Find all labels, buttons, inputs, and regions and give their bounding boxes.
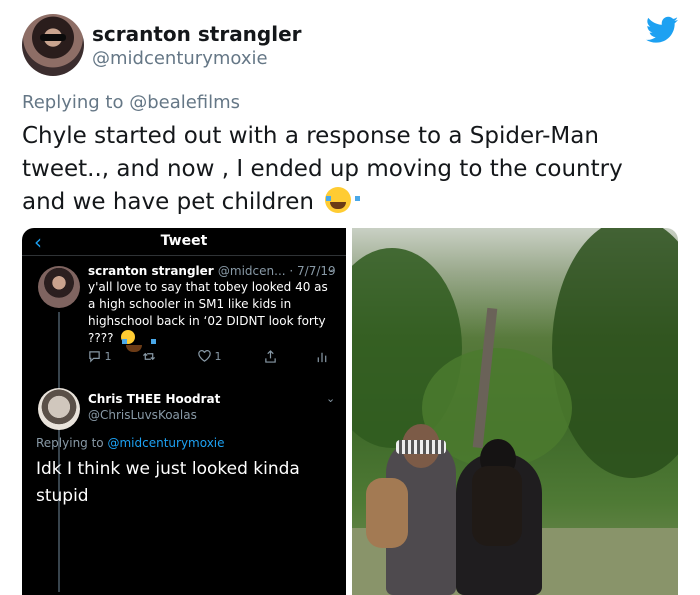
embedded-title: Tweet: [160, 233, 208, 249]
replying-to: Replying to @bealefilms: [22, 92, 240, 113]
chevron-down-icon: ⌄: [326, 262, 336, 275]
original-meta: @midcen... · 7/7/19: [217, 264, 336, 278]
embedded-screenshot: ‹ Tweet scranton strangler @midcen... · …: [22, 228, 346, 595]
attached-photo[interactable]: [352, 228, 678, 595]
author-handle[interactable]: @midcenturymoxie: [92, 48, 268, 69]
replying-mention-link[interactable]: @bealefilms: [129, 92, 240, 113]
original-name-line: scranton strangler @midcen... · 7/7/19: [88, 264, 336, 278]
original-avatar: [38, 266, 80, 308]
replying-prefix: Replying to: [22, 92, 130, 113]
author-avatar[interactable]: [22, 14, 84, 76]
share-icon: [264, 350, 277, 363]
analytics-icon: [316, 350, 328, 363]
reply-avatar: [38, 388, 80, 430]
reply-count: 1: [104, 350, 112, 363]
tweet-body: Chyle started out with a response to a S…: [22, 120, 672, 219]
original-text: y'all love to say that tobey looked 40 a…: [88, 279, 338, 352]
original-actions: 1 1: [88, 350, 328, 368]
like-count: 1: [214, 350, 222, 363]
laughing-crying-emoji-small: [121, 330, 157, 352]
like-icon: [198, 350, 211, 362]
thread-line: [58, 312, 60, 592]
reply-action: 1: [88, 350, 112, 363]
reply-text: Idk I think we just looked kinda stupid: [36, 459, 300, 506]
laughing-crying-emoji: [325, 187, 361, 213]
twitter-bird-icon[interactable]: [646, 16, 678, 44]
original-name: scranton strangler: [88, 264, 214, 278]
reply-replying-prefix: Replying to: [36, 436, 108, 450]
reply-name: Chris THEE Hoodrat: [88, 392, 221, 406]
retweet-icon: [142, 350, 156, 363]
embedded-header: ‹ Tweet: [22, 228, 346, 256]
reply-handle: @ChrisLuvsKoalas: [88, 408, 197, 422]
author-display-name[interactable]: scranton strangler: [92, 22, 302, 46]
reply-replying-to: Replying to @midcenturymoxie: [36, 436, 225, 450]
chevron-down-icon: ⌄: [326, 392, 336, 405]
reply-replying-mention: @midcenturymoxie: [107, 436, 225, 450]
like-action: 1: [198, 350, 222, 363]
tweet-text: Chyle started out with a response to a S…: [22, 123, 623, 215]
reply-icon: [89, 351, 100, 363]
